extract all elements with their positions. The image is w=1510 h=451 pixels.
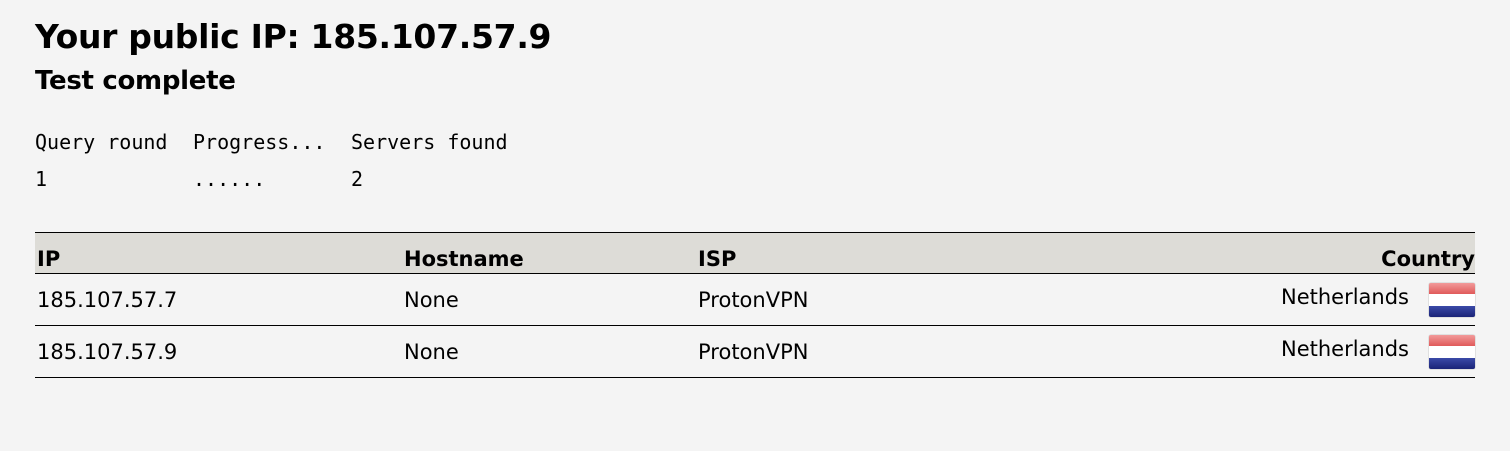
country-cell: Netherlands <box>1100 274 1475 326</box>
table-row: 185.107.57.7 None ProtonVPN Netherlands <box>35 274 1475 326</box>
netherlands-flag-icon <box>1429 334 1475 369</box>
query-round-value: 1 <box>35 167 48 191</box>
country-name: Netherlands <box>1280 284 1409 309</box>
column-header-hostname: Hostname <box>404 247 524 271</box>
progress-header-row: Query round Progress... Servers found <box>35 129 508 155</box>
column-header-ip: IP <box>37 247 61 271</box>
hostname-cell: None <box>404 287 459 312</box>
column-header-isp: ISP <box>698 247 737 271</box>
progress-header: Progress... <box>193 130 326 154</box>
query-round-header: Query round <box>35 130 168 154</box>
servers-found-value: 2 <box>351 167 364 191</box>
column-header-country: Country <box>1381 247 1475 271</box>
progress-row: 1...... 2 <box>35 166 363 192</box>
country-name: Netherlands <box>1280 336 1409 361</box>
page: Your public IP: 185.107.57.9 Test comple… <box>0 0 1510 451</box>
page-title: Your public IP: 185.107.57.9 <box>35 17 552 56</box>
ip-cell: 185.107.57.7 <box>37 287 178 312</box>
servers-found-header: Servers found <box>351 130 508 154</box>
ip-cell: 185.107.57.9 <box>37 339 178 364</box>
progress-dots: ...... <box>193 167 266 191</box>
results-table: IP Hostname ISP Country 185.107.57.7 Non… <box>35 232 1475 378</box>
country-cell: Netherlands <box>1100 326 1475 378</box>
netherlands-flag-icon <box>1429 282 1475 317</box>
hostname-cell: None <box>404 339 459 364</box>
test-status: Test complete <box>35 66 236 96</box>
isp-cell: ProtonVPN <box>698 339 809 364</box>
table-header-row: IP Hostname ISP Country <box>35 232 1475 274</box>
table-row: 185.107.57.9 None ProtonVPN Netherlands <box>35 326 1475 378</box>
isp-cell: ProtonVPN <box>698 287 809 312</box>
